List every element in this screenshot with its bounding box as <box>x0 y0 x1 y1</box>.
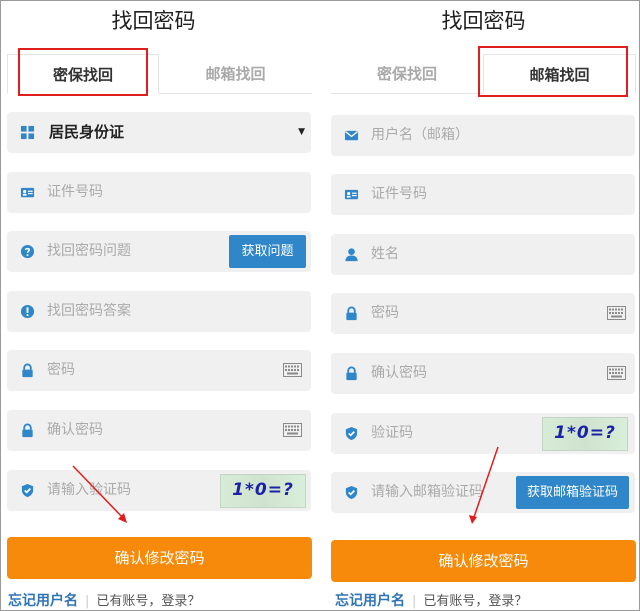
security-question-placeholder: 找回密码问题 <box>47 243 131 259</box>
id-type-select[interactable]: 居民身份证 ▼ <box>7 112 311 153</box>
caret-down-icon: ▼ <box>298 127 305 137</box>
lock-icon <box>344 306 359 321</box>
get-question-button[interactable]: 获取问题 <box>229 235 306 268</box>
captcha-text: 1*0=? <box>554 423 616 443</box>
username-email-placeholder: 用户名（邮箱） <box>371 127 469 143</box>
keyboard-icon[interactable] <box>283 363 302 377</box>
forgot-username-link[interactable]: 忘记用户名 <box>335 593 405 609</box>
keyboard-icon[interactable] <box>607 366 626 380</box>
id-type-value: 居民身份证 <box>49 123 125 141</box>
password-input[interactable]: 密码 <box>7 350 311 391</box>
tab-security-recovery[interactable]: 密保找回 <box>7 54 159 94</box>
name-placeholder: 姓名 <box>371 246 399 262</box>
captcha-text: 1*0=? <box>232 480 294 500</box>
footer-links: 忘记用户名 | 已有账号，登录？ <box>8 590 200 610</box>
captcha-placeholder: 验证码 <box>371 425 413 441</box>
recovery-tabs: 密保找回 邮箱找回 <box>331 46 636 94</box>
id-card-icon <box>20 185 35 200</box>
name-input[interactable]: 姓名 <box>331 234 635 275</box>
email-recovery-panel: 找回密码 密保找回 邮箱找回 用户名（邮箱） 证件号码 姓名 密码 确认密码 验… <box>331 0 636 611</box>
id-number-input[interactable]: 证件号码 <box>7 172 311 213</box>
captcha-input[interactable]: 验证码 1*0=? <box>331 413 635 454</box>
captcha-input[interactable]: 请输入验证码 1*0=? <box>7 470 311 511</box>
get-email-code-button[interactable]: 获取邮箱验证码 <box>516 476 629 509</box>
recovery-tabs: 密保找回 邮箱找回 <box>7 46 312 94</box>
password-input[interactable]: 密码 <box>331 293 635 334</box>
tab-security-recovery[interactable]: 密保找回 <box>331 54 483 94</box>
footer-links: 忘记用户名 | 已有账号，登录？ <box>335 590 527 610</box>
id-number-input[interactable]: 证件号码 <box>331 174 635 215</box>
keyboard-icon[interactable] <box>607 306 626 320</box>
id-number-placeholder: 证件号码 <box>371 186 427 202</box>
id-card-icon <box>344 187 359 202</box>
captcha-placeholder: 请输入验证码 <box>47 482 131 498</box>
email-code-input[interactable]: 请输入邮箱验证码 获取邮箱验证码 <box>331 472 635 513</box>
email-code-placeholder: 请输入邮箱验证码 <box>371 484 483 500</box>
lock-icon <box>20 423 35 438</box>
keyboard-icon[interactable] <box>283 423 302 437</box>
login-link[interactable]: 已有账号，登录？ <box>96 594 200 609</box>
login-link[interactable]: 已有账号，登录？ <box>423 594 527 609</box>
tab-email-recovery[interactable]: 邮箱找回 <box>483 54 636 94</box>
grid-icon <box>20 125 35 140</box>
confirm-password-input[interactable]: 确认密码 <box>331 353 635 394</box>
tab-email-recovery[interactable]: 邮箱找回 <box>159 54 312 94</box>
captcha-image[interactable]: 1*0=? <box>220 474 306 508</box>
envelope-icon <box>344 130 359 141</box>
lock-icon <box>344 366 359 381</box>
forgot-username-link[interactable]: 忘记用户名 <box>8 593 78 609</box>
security-answer-input[interactable]: 找回密码答案 <box>7 291 311 332</box>
question-icon <box>20 244 35 259</box>
password-placeholder: 密码 <box>47 362 75 378</box>
exclamation-icon <box>20 304 35 319</box>
confirm-password-placeholder: 确认密码 <box>371 365 427 381</box>
confirm-password-input[interactable]: 确认密码 <box>7 410 311 451</box>
confirm-change-password-button[interactable]: 确认修改密码 <box>7 537 312 579</box>
shield-icon <box>344 426 359 441</box>
id-number-placeholder: 证件号码 <box>47 184 103 200</box>
shield-icon <box>344 485 359 500</box>
security-question-input[interactable]: 找回密码问题 获取问题 <box>7 231 311 272</box>
confirm-change-password-button[interactable]: 确认修改密码 <box>331 540 636 582</box>
security-recovery-panel: 找回密码 密保找回 邮箱找回 居民身份证 ▼ 证件号码 找回密码问题 获取问题 … <box>7 0 312 611</box>
lock-icon <box>20 363 35 378</box>
divider: | <box>85 594 90 609</box>
page-title: 找回密码 <box>111 9 196 33</box>
confirm-password-placeholder: 确认密码 <box>47 422 103 438</box>
username-email-input[interactable]: 用户名（邮箱） <box>331 115 635 156</box>
password-placeholder: 密码 <box>371 305 399 321</box>
page-title: 找回密码 <box>441 9 526 33</box>
user-icon <box>345 248 358 262</box>
security-answer-placeholder: 找回密码答案 <box>47 303 131 319</box>
divider: | <box>412 594 417 609</box>
shield-icon <box>20 483 35 498</box>
captcha-image[interactable]: 1*0=? <box>542 417 628 451</box>
